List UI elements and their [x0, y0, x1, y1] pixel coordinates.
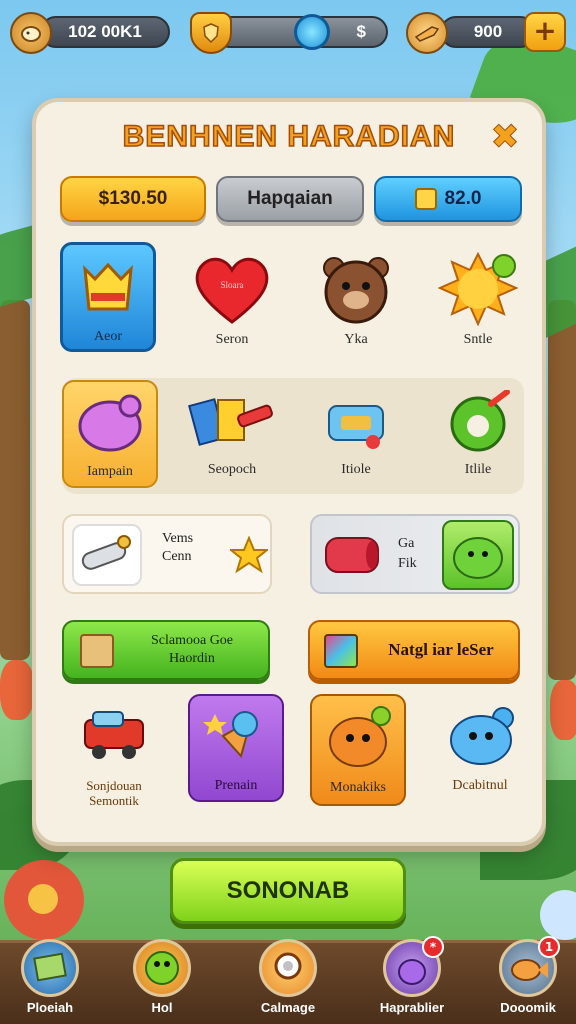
nav-item-haprablier[interactable]: * Haprablier: [362, 936, 462, 1015]
shop-item-row4-4[interactable]: Dcabitnul: [430, 694, 530, 806]
crown-banner-icon: [73, 255, 143, 325]
close-button[interactable]: ✖: [488, 120, 522, 155]
shop-item-row4-2[interactable]: Prenain: [186, 694, 286, 802]
orange-offer-button[interactable]: Natgl iar leSer: [308, 620, 520, 680]
cards-icon: [188, 390, 276, 460]
item-label: Aeor: [94, 329, 122, 344]
heart-caption: Sloara: [220, 280, 244, 290]
coin-pouch-icon: [10, 12, 52, 54]
shop-item-row4-1[interactable]: Sonjdouan Semontik: [64, 694, 164, 814]
green-monster-icon: [133, 939, 191, 997]
potion-icon: *: [383, 936, 444, 997]
scroll-text-1: Vems: [162, 531, 194, 546]
item-label-line2: Semontik: [89, 793, 139, 808]
progress-value: $: [356, 22, 366, 41]
notification-badge: 1: [538, 936, 560, 958]
icecream-icon: [201, 706, 271, 776]
ring-icon: [443, 389, 513, 460]
box-icon: [80, 634, 114, 668]
gems-button[interactable]: 82.0: [374, 176, 522, 222]
price-button[interactable]: $130.50: [60, 176, 206, 222]
coins-counter: 102 00K1: [40, 16, 170, 48]
nav-label: Haprablier: [379, 1000, 445, 1015]
shield-icon: [190, 12, 232, 54]
notification-badge: *: [422, 936, 444, 958]
green-offer-line1: Sclamooa Goe: [150, 633, 234, 648]
item-label-line1: Sonjdouan: [86, 778, 142, 793]
nav-label: Calmage: [260, 1000, 316, 1015]
shop-panel: BENHNEN HARADIAN ✖ $130.50 Hapqaian 82.0…: [32, 98, 546, 846]
gems-label: 82.0: [444, 188, 482, 209]
rocket-icon: [406, 12, 448, 54]
shop-item-row2-3[interactable]: Itiole: [306, 380, 406, 488]
star-icon: [228, 535, 270, 578]
bundle-text-2: Fik: [398, 556, 417, 571]
shop-item-row1-3[interactable]: Yka: [306, 242, 406, 352]
item-label: Seopoch: [207, 462, 257, 477]
nav-item-dooomik[interactable]: 1 Dooomik: [478, 936, 576, 1015]
shop-item-row4-3[interactable]: Monakiks: [308, 694, 408, 806]
item-label: Sntle: [463, 332, 493, 347]
middle-tab-label: Hapqaian: [247, 188, 333, 209]
hud-coins[interactable]: 102 00K1: [10, 12, 170, 54]
item-label: Prenain: [214, 778, 258, 793]
nav-label: Ploeiah: [26, 1000, 74, 1015]
gem-icon: [414, 188, 437, 210]
item-label: Itiole: [341, 462, 371, 477]
candy-roll-icon: [322, 530, 382, 584]
truck-icon: [79, 704, 149, 774]
progress-knob-icon: [294, 14, 330, 50]
machine-icon: [321, 390, 391, 460]
nav-label: Dooomik: [500, 1000, 556, 1015]
bear-icon: [316, 252, 396, 324]
shop-item-row1-4[interactable]: Sntle: [428, 242, 528, 352]
shop-item-row2-1[interactable]: Iampain: [60, 380, 160, 488]
fish-icon: 1: [499, 936, 560, 997]
item-label: Yka: [344, 332, 368, 347]
energy-counter: 900: [440, 16, 536, 48]
scroll-offer[interactable]: Vems Cenn: [62, 514, 272, 594]
middle-tab-button[interactable]: Hapqaian: [216, 176, 364, 222]
shop-item-row1-2[interactable]: Sloara Seron: [182, 242, 282, 352]
sun-icon: [437, 251, 519, 327]
item-label: Iampain: [87, 464, 133, 479]
piggy-icon: [75, 392, 145, 462]
item-label: Seron: [215, 332, 249, 347]
map-icon: [21, 939, 79, 997]
item-label: Dcabitnul: [452, 778, 508, 793]
item-label: Itlile: [464, 462, 492, 477]
orange-monster-icon: [323, 706, 393, 776]
scroll-text-2: Cenn: [162, 549, 192, 564]
slime-icon: [442, 520, 514, 590]
nav-item-calmage[interactable]: Calmage: [238, 939, 338, 1015]
shop-item-row2-4[interactable]: Itlile: [428, 380, 528, 488]
green-offer-line2: Haordin: [169, 651, 215, 666]
blue-creature-icon: [445, 704, 515, 774]
green-offer-button[interactable]: Sclamooa Goe Haordin: [62, 620, 270, 680]
price-label: $130.50: [98, 188, 168, 209]
orange-offer-label: Natgl iar leSer: [388, 640, 494, 659]
hud-energy[interactable]: 900 +: [406, 12, 566, 54]
main-action-button[interactable]: SONONAB: [170, 858, 406, 924]
bundle-text-1: Ga: [398, 536, 415, 551]
hud-progress[interactable]: $: [190, 12, 388, 54]
scroll-icon: [72, 524, 142, 586]
bottom-nav: Ploeiah Hol Calmage * Haprablier 1 Dooom…: [0, 936, 576, 1024]
nav-item-ploeiah[interactable]: Ploeiah: [0, 939, 100, 1015]
nav-item-hol[interactable]: Hol: [112, 939, 212, 1015]
cube-icon: [324, 634, 358, 668]
nav-label: Hol: [151, 1000, 173, 1015]
item-label: Monakiks: [330, 780, 386, 795]
heart-icon: Sloara: [190, 252, 274, 324]
location-icon: [259, 939, 317, 997]
panel-title: BENHNEN HARADIAN: [122, 119, 456, 154]
shop-item-row2-2[interactable]: Seopoch: [182, 380, 282, 488]
shop-item-row1-1[interactable]: Aeor: [58, 242, 158, 352]
add-energy-button[interactable]: +: [524, 12, 566, 52]
bundle-offer[interactable]: Ga Fik: [310, 514, 520, 594]
